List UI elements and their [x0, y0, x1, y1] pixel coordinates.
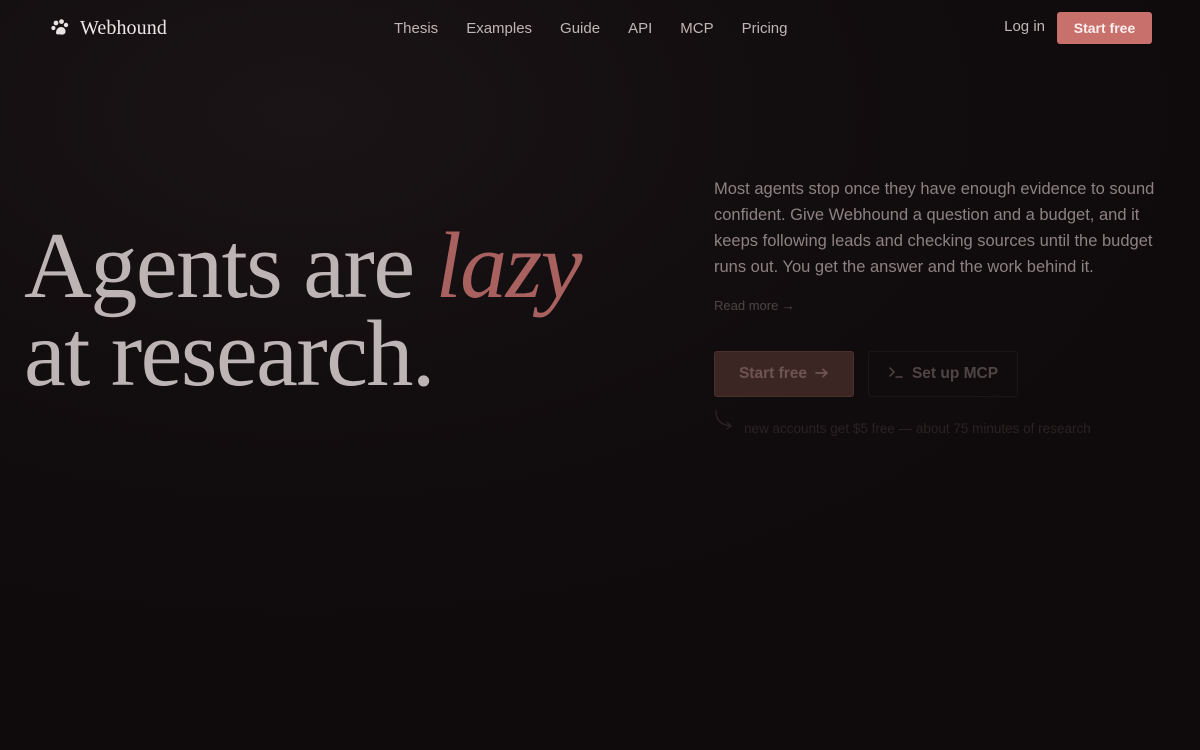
brand-link[interactable]: Webhound: [50, 15, 167, 41]
headline-suffix: at research.: [24, 302, 435, 406]
login-link[interactable]: Log in: [1004, 18, 1045, 35]
nav-link-thesis[interactable]: Thesis: [394, 20, 438, 37]
hero-start-free-button[interactable]: Start free: [714, 351, 854, 397]
terminal-icon: [888, 365, 904, 384]
main-nav: Thesis Examples Guide API MCP Pricing: [380, 0, 787, 56]
brand-name: Webhound: [80, 16, 167, 39]
nav-link-examples[interactable]: Examples: [466, 20, 532, 37]
setup-mcp-label: Set up MCP: [911, 365, 999, 382]
setup-mcp-button[interactable]: Set up MCP: [868, 351, 1018, 397]
paw-logo-icon: [50, 18, 70, 38]
nav-link-guide[interactable]: Guide: [560, 20, 600, 37]
header-start-free-button[interactable]: Start free: [1057, 12, 1152, 44]
hero-headline: Agents are lazy at research.: [24, 219, 644, 401]
nav-link-api[interactable]: API: [628, 20, 652, 37]
site-header: Webhound Thesis Examples Guide API MCP P…: [0, 0, 1200, 56]
nav-link-pricing[interactable]: Pricing: [742, 20, 788, 37]
curved-arrow-icon: [714, 409, 734, 436]
hero-description: Most agents stop once they have enough e…: [714, 180, 1155, 276]
headline-accent: lazy: [435, 214, 583, 318]
signup-note-text: new accounts get $5 free — about 75 minu…: [744, 421, 1091, 436]
read-more-link[interactable]: Read more →: [714, 298, 795, 313]
nav-link-mcp[interactable]: MCP: [680, 20, 713, 37]
signup-note: new accounts get $5 free — about 75 minu…: [714, 410, 1091, 436]
hero-start-free-label: Start free: [738, 365, 808, 382]
arrow-right-icon: [815, 365, 829, 383]
